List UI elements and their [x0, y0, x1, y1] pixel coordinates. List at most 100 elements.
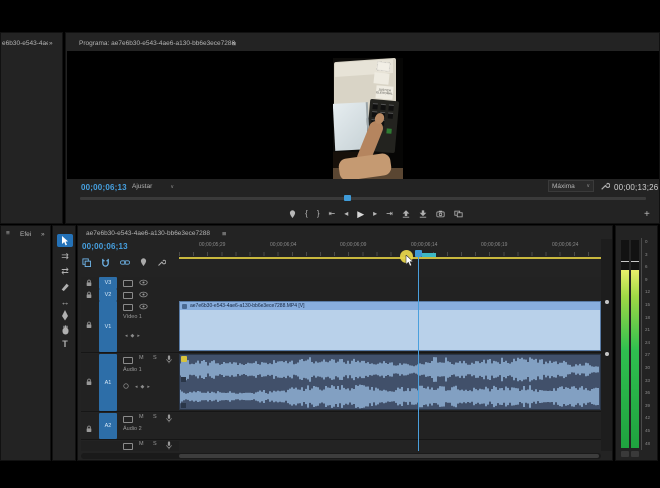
voiceover-mic-icon[interactable]: [165, 441, 173, 450]
db-label: 27: [645, 353, 650, 358]
sync-lock-icon[interactable]: [123, 443, 133, 450]
mute-button-a1[interactable]: M: [139, 356, 144, 362]
track-name-a2[interactable]: Áudio 2: [123, 427, 142, 433]
mark-in-button[interactable]: {: [305, 210, 308, 218]
razor-tool[interactable]: [57, 280, 73, 293]
track-name-v1[interactable]: Vídeo 1: [123, 315, 142, 321]
track-visibility-eye-icon[interactable]: [139, 291, 148, 298]
lift-icon[interactable]: [402, 210, 410, 218]
timeline-horizontal-scrollbar[interactable]: [81, 453, 601, 459]
master-solo-button[interactable]: S: [153, 442, 157, 448]
sync-lock-icon[interactable]: [123, 292, 133, 299]
program-current-timecode[interactable]: 00;00;06;13: [81, 183, 127, 192]
linked-selection-icon[interactable]: [120, 258, 130, 267]
track-target-v2[interactable]: V2: [99, 289, 117, 301]
solo-button-a1[interactable]: S: [153, 356, 157, 362]
program-total-timecode: 00;00;13;26: [614, 183, 658, 192]
timeline-settings-wrench-icon[interactable]: [157, 258, 166, 267]
playhead-line[interactable]: [418, 252, 419, 451]
lock-icon[interactable]: [85, 378, 93, 386]
step-forward-button[interactable]: ▸: [373, 210, 377, 218]
track-visibility-eye-icon[interactable]: [139, 303, 148, 310]
playhead-head[interactable]: [415, 250, 422, 257]
sync-lock-icon[interactable]: [123, 280, 133, 287]
program-monitor-tab[interactable]: Programa: ae7e6b30-e543-4ae6-a130-bb6e3e…: [79, 40, 235, 47]
sync-lock-icon[interactable]: [123, 357, 133, 364]
solo-button-a2[interactable]: S: [153, 415, 157, 421]
track-target-a2[interactable]: A2: [99, 413, 117, 439]
step-back-button[interactable]: ◂: [344, 210, 348, 218]
db-label: 12: [645, 290, 650, 295]
play-button[interactable]: ▶: [357, 210, 364, 219]
keyframe-next-icon[interactable]: ▸: [137, 333, 143, 339]
snap-magnet-icon[interactable]: [101, 258, 110, 267]
extract-icon[interactable]: [419, 210, 427, 218]
letterbox-top: [0, 0, 660, 32]
track-target-v3[interactable]: V3: [99, 277, 117, 289]
scroll-handle-dot[interactable]: [605, 352, 609, 356]
ripple-edit-tool[interactable]: ⇄: [57, 265, 73, 278]
video-clip[interactable]: ae7e6b30-e543-4ae6-a130-bb6e3ece7288.MP4…: [179, 301, 601, 351]
master-mute-button[interactable]: M: [139, 442, 144, 448]
track-target-a1[interactable]: A1: [99, 354, 117, 411]
fit-dropdown[interactable]: Ajustar ∨: [129, 181, 177, 192]
db-label: 21: [645, 328, 650, 333]
timeline-right-scrollbar[interactable]: [601, 239, 612, 451]
keyframe-next-icon[interactable]: ▸: [147, 384, 153, 390]
tab-overflow-chevron[interactable]: »: [41, 231, 45, 238]
sync-lock-icon[interactable]: [123, 416, 133, 423]
audio-clip[interactable]: [179, 354, 601, 410]
meter-channel-button[interactable]: [621, 451, 629, 457]
effects-panel-stub: ≡ Efei »: [0, 225, 51, 461]
export-frame-camera-icon[interactable]: [436, 210, 445, 218]
track-select-forward-tool[interactable]: ⇉: [57, 250, 73, 263]
timeline-tab[interactable]: ae7e6b30-e543-4ae6-a130-bb6e3ece7288: [86, 230, 210, 237]
monitor-scrubber-track[interactable]: [80, 197, 646, 200]
scrollbar-handle[interactable]: [179, 454, 599, 458]
tab-overflow-chevron[interactable]: »: [49, 40, 53, 47]
type-tool[interactable]: T: [57, 337, 73, 350]
slip-tool[interactable]: ↔: [57, 295, 73, 308]
add-marker-icon[interactable]: [289, 210, 296, 219]
scroll-handle-dot[interactable]: [605, 300, 609, 304]
lock-icon[interactable]: [85, 279, 93, 287]
button-editor-plus[interactable]: +: [644, 210, 650, 220]
meter-channel-button[interactable]: [631, 451, 639, 457]
voiceover-mic-icon[interactable]: [165, 414, 173, 423]
source-monitor-tab[interactable]: e6b30-e543-4ae6-a130: [2, 40, 48, 47]
timeline-playhead-timecode[interactable]: 00;00;06;13: [82, 242, 128, 251]
mark-out-button[interactable]: }: [317, 210, 320, 218]
timeline-marker-span[interactable]: [422, 253, 436, 257]
sync-lock-icon[interactable]: [123, 304, 133, 311]
timeline-ruler[interactable]: 00;00;05;29 00;00;06;04 00;00;06;09 00;0…: [179, 239, 601, 258]
add-marker-icon[interactable]: [140, 258, 147, 267]
voiceover-mic-icon[interactable]: [165, 355, 173, 364]
resolution-dropdown[interactable]: Máxima ∨: [548, 180, 594, 192]
nest-sequences-icon[interactable]: [82, 258, 91, 267]
go-to-in-button[interactable]: ⇤: [328, 210, 335, 218]
hand-tool[interactable]: [57, 323, 73, 336]
selection-tool[interactable]: [57, 234, 73, 247]
ruler-tick-label: 00;00;05;29: [199, 242, 225, 248]
db-label: 24: [645, 341, 650, 346]
track-visibility-eye-icon[interactable]: [139, 279, 148, 286]
track-name-a1[interactable]: Áudio 1: [123, 368, 142, 374]
lock-icon[interactable]: [85, 321, 93, 329]
show-keyframes-icon[interactable]: [123, 383, 129, 389]
comparison-view-icon[interactable]: [454, 210, 463, 218]
settings-wrench-icon[interactable]: [600, 181, 610, 191]
track-target-v1[interactable]: V1: [99, 301, 117, 352]
monitor-scrubber-playhead[interactable]: [344, 195, 351, 201]
ruler-tick-label: 00;00;06;24: [552, 242, 578, 248]
mute-button-a2[interactable]: M: [139, 415, 144, 421]
panel-menu-icon[interactable]: ≡: [232, 39, 236, 48]
db-label: 18: [645, 316, 650, 321]
panel-menu-icon[interactable]: ≡: [222, 229, 226, 238]
effects-tab[interactable]: Efei: [20, 231, 31, 238]
pen-tool[interactable]: [57, 309, 73, 322]
go-to-out-button[interactable]: ⇥: [386, 210, 393, 218]
lock-icon[interactable]: [85, 291, 93, 299]
track-lane-a2[interactable]: [179, 413, 601, 440]
lock-icon[interactable]: [85, 425, 93, 433]
panel-menu-icon[interactable]: ≡: [6, 230, 10, 237]
